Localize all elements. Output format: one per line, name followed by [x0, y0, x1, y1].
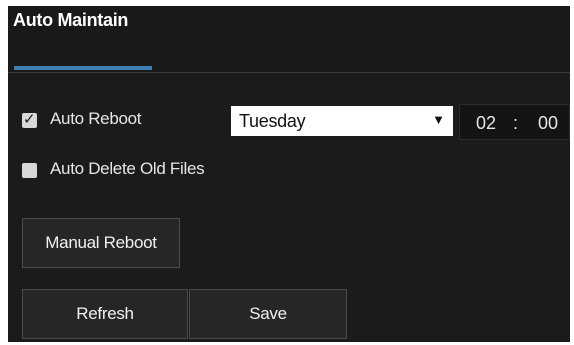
reboot-minute[interactable]: 00: [538, 113, 558, 134]
reboot-time-field[interactable]: 02 : 00: [459, 104, 570, 140]
time-separator: :: [513, 113, 519, 133]
panel-title: Auto Maintain: [13, 10, 129, 30]
reboot-day-value: Tuesday: [239, 111, 306, 131]
auto-reboot-label: Auto Reboot: [50, 109, 142, 128]
checkmark-icon: ✓: [23, 111, 36, 128]
panel-header: Auto Maintain: [8, 6, 570, 72]
reboot-hour[interactable]: 02: [476, 113, 496, 134]
header-divider: [8, 72, 570, 73]
auto-delete-label: Auto Delete Old Files: [50, 159, 205, 178]
auto-maintain-panel: Auto Maintain ✓ Auto Reboot Tuesday ▼ 02…: [8, 6, 570, 342]
dropdown-arrow-icon: ▼: [432, 112, 445, 127]
active-tab-underline: [14, 66, 152, 70]
auto-delete-checkbox[interactable]: [22, 163, 37, 178]
auto-reboot-checkbox[interactable]: ✓: [22, 111, 37, 128]
reboot-day-select[interactable]: Tuesday ▼: [231, 106, 453, 136]
refresh-button[interactable]: Refresh: [22, 289, 188, 339]
manual-reboot-button[interactable]: Manual Reboot: [22, 218, 180, 268]
save-button[interactable]: Save: [189, 289, 347, 339]
